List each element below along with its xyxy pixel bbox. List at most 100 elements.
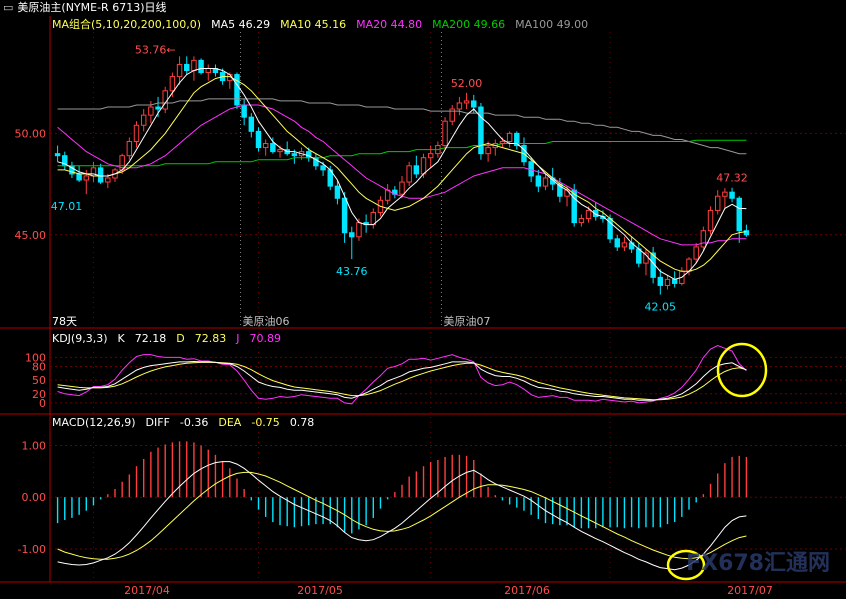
candle-down xyxy=(291,153,298,157)
kdj-legend-item: KDJ(9,3,3) xyxy=(52,332,108,345)
candle-down xyxy=(614,238,620,248)
y-tick-label: 50 xyxy=(32,374,46,387)
candle-up xyxy=(542,177,549,187)
candle-up xyxy=(140,114,147,126)
chart-window: ▭ 美原油主(NYME-R 6713)日线 50.00 45.00 100 80 50 20… xyxy=(0,0,846,599)
price-annotation: 52.00 xyxy=(451,77,483,90)
candle-up xyxy=(356,222,362,238)
candle-down xyxy=(657,276,664,286)
candle-up xyxy=(126,140,133,157)
candle-up xyxy=(176,63,183,78)
price-annotation: 43.76 xyxy=(336,265,368,278)
macd-legend: MACD(12,26,9) DIFF -0.36 DEA -0.75 0.78 xyxy=(52,416,324,429)
y-tick-label: -1.00 xyxy=(18,543,46,556)
candle-up xyxy=(621,242,628,248)
candle-up xyxy=(420,157,427,175)
candle-up xyxy=(585,209,592,220)
price-legend-item: MA200 49.66 xyxy=(432,18,506,31)
chart-canvas: 50.0045.0010080502001.000.00-1.002017/04… xyxy=(0,16,846,597)
candle-down xyxy=(671,278,678,284)
ma20-line xyxy=(57,104,747,246)
candle-up xyxy=(169,76,176,92)
ma10-line xyxy=(57,76,747,272)
kdj-k-line xyxy=(57,360,747,401)
kdj-cross-highlight xyxy=(716,342,768,398)
macd-legend-item: DIFF xyxy=(145,416,170,429)
ma5-line xyxy=(57,68,747,280)
candle-up xyxy=(485,147,491,155)
price-legend: MA组合(5,10,20,200,100,0) MA5 46.29 MA10 45.… xyxy=(52,16,598,32)
candle-down xyxy=(184,63,190,72)
candle-up xyxy=(262,143,269,149)
candle-down xyxy=(54,153,61,157)
price-legend-item: MA10 45.16 xyxy=(280,18,347,31)
kdj-legend: KDJ(9,3,3) K 72.18 D 72.83 J 70.89 xyxy=(52,332,291,345)
price-annotation: 53.76← xyxy=(135,43,176,56)
candle-up xyxy=(564,189,570,197)
candle-up xyxy=(384,189,391,201)
y-tick-label: 80 xyxy=(32,360,46,373)
macd-legend-item: -0.36 xyxy=(179,416,209,429)
candle-down xyxy=(729,191,735,199)
candle-up xyxy=(148,106,154,116)
candle-up xyxy=(463,100,470,104)
candle-up xyxy=(83,175,90,181)
candle-up xyxy=(722,191,728,197)
candle-down xyxy=(320,165,326,171)
contract-label: 美原油06 xyxy=(243,314,290,328)
candle-up xyxy=(664,278,671,286)
candle-up xyxy=(399,181,405,195)
x-tick-label: 2017/07 xyxy=(727,584,773,597)
candle-up xyxy=(105,177,111,183)
kdj-legend-item: K xyxy=(117,332,125,345)
ma100-line xyxy=(57,98,747,155)
candle-down xyxy=(528,161,534,177)
candle-down xyxy=(76,173,82,181)
candle-down xyxy=(234,74,240,106)
candle-down xyxy=(97,167,104,183)
candle-down xyxy=(248,116,255,132)
candle-down xyxy=(413,165,420,175)
y-tick-label: 50.00 xyxy=(15,127,47,140)
candle-up xyxy=(506,132,513,142)
candle-down xyxy=(736,197,742,232)
y-tick-label: 1.00 xyxy=(22,440,47,453)
macd-legend-item: DEA xyxy=(218,416,242,429)
x-tick-label: 2017/05 xyxy=(297,584,343,597)
kdj-legend-item: 72.18 xyxy=(134,332,167,345)
candle-up xyxy=(456,102,463,110)
candle-up xyxy=(133,124,140,142)
candle-down xyxy=(535,175,542,187)
y-tick-label: 0.00 xyxy=(22,491,47,504)
candle-down xyxy=(255,130,262,149)
candle-up xyxy=(406,165,412,183)
price-legend-item: MA5 46.29 xyxy=(211,18,271,31)
y-tick-label: 0 xyxy=(39,397,46,410)
price-annotation: 47.32 xyxy=(716,172,748,185)
candle-up xyxy=(442,120,448,147)
price-legend-item: MA组合(5,10,20,200,100,0) xyxy=(52,18,202,31)
candle-down xyxy=(198,59,204,74)
contract-label: 美原油07 xyxy=(443,314,490,328)
days-label: 78天 xyxy=(52,315,77,328)
candle-up xyxy=(707,209,714,232)
kdj-legend-item: 72.83 xyxy=(194,332,227,345)
watermark: FX678汇通网 xyxy=(686,551,830,576)
candle-down xyxy=(155,106,161,110)
candle-up xyxy=(578,218,585,224)
macd-legend-item: 0.78 xyxy=(289,416,315,429)
x-tick-label: 2017/06 xyxy=(504,584,550,597)
candle-down xyxy=(341,197,348,234)
candle-down xyxy=(334,185,341,199)
macd-legend-item: -0.75 xyxy=(251,416,280,429)
candle-up xyxy=(427,153,434,159)
candle-up xyxy=(714,195,721,211)
candle-down xyxy=(241,104,247,118)
kdj-legend-item: D xyxy=(176,332,185,345)
x-tick-label: 2017/04 xyxy=(124,584,170,597)
candle-up xyxy=(700,230,707,248)
candle-up xyxy=(277,149,283,153)
candle-up xyxy=(191,59,197,72)
ma200-line xyxy=(57,139,747,167)
candle-down xyxy=(636,248,642,264)
